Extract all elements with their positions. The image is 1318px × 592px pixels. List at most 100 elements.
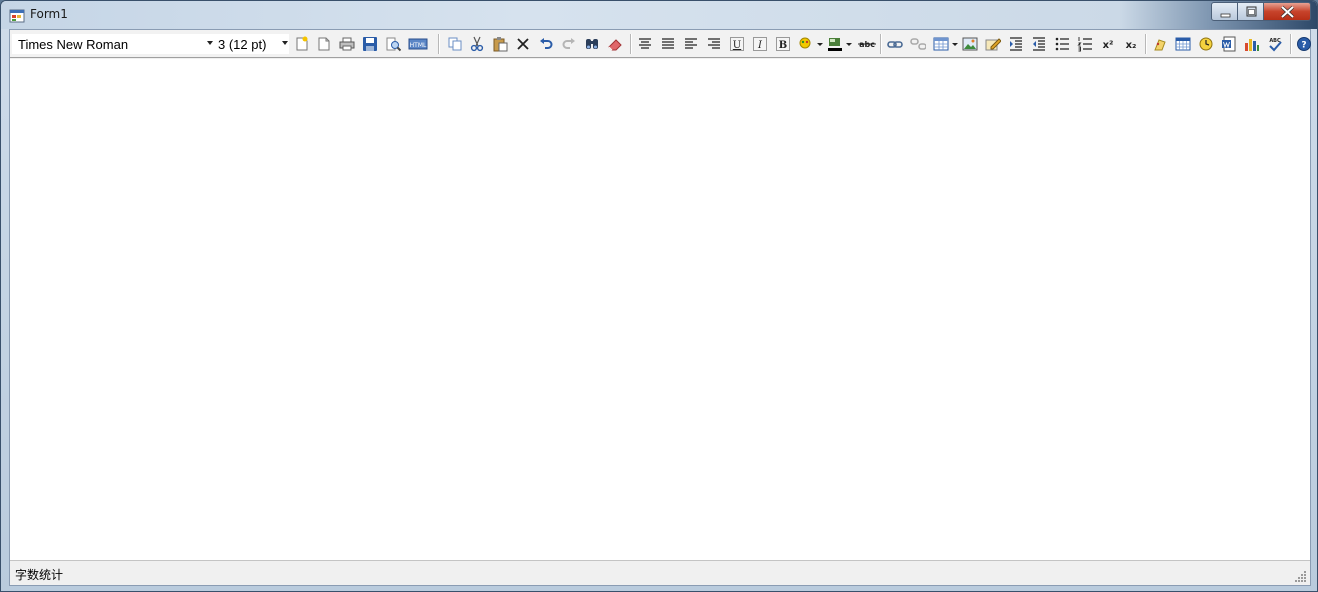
subscript-icon: x₂	[1126, 40, 1137, 51]
font-size-dropdown-icon[interactable]	[282, 41, 288, 45]
new-button[interactable]	[292, 34, 312, 54]
align-right-icon	[708, 38, 720, 49]
spellcheck-icon: ABC	[1269, 38, 1282, 52]
spellcheck-button[interactable]: ABC	[1265, 34, 1285, 54]
title-bar[interactable]: Form1	[1, 1, 1317, 29]
align-center-button[interactable]	[635, 34, 655, 54]
unlink-button[interactable]	[908, 34, 928, 54]
save-icon	[363, 37, 377, 51]
delete-icon	[517, 38, 529, 50]
numbered-list-icon	[1077, 37, 1092, 52]
bold-button[interactable]: B	[773, 34, 793, 54]
font-name-combo[interactable]: Times New Roman	[12, 34, 214, 54]
restore-icon	[1246, 6, 1257, 17]
toolbar-separator	[630, 34, 632, 54]
svg-text:x₂: x₂	[1126, 40, 1137, 51]
strikethrough-button[interactable]: abc	[855, 34, 877, 54]
underline-icon: U	[730, 37, 744, 51]
preview-icon	[386, 37, 401, 52]
toolbar-separator	[438, 34, 440, 54]
resize-grip-icon[interactable]	[1295, 570, 1307, 582]
align-left-button[interactable]	[681, 34, 701, 54]
subscript-button[interactable]: x₂	[1121, 34, 1141, 54]
find-button[interactable]	[582, 34, 602, 54]
calendar-icon	[1175, 37, 1191, 51]
app-window: Form1 Times New Roman 3 (12 pt) HTML U I…	[0, 0, 1318, 592]
justify-button[interactable]	[658, 34, 678, 54]
svg-text:B: B	[779, 40, 787, 51]
chart-button[interactable]	[1242, 34, 1262, 54]
calendar-button[interactable]	[1173, 34, 1193, 54]
close-button[interactable]	[1264, 2, 1311, 21]
help-button[interactable]: ?	[1294, 34, 1314, 54]
eraser-icon	[608, 39, 622, 51]
special-char-icon	[1154, 39, 1166, 51]
bullet-list-icon	[1055, 37, 1069, 51]
app-icon	[9, 9, 25, 23]
strikethrough-icon: abc	[858, 40, 876, 49]
justify-icon	[662, 38, 674, 49]
svg-text:HTML: HTML	[410, 42, 427, 49]
undo-button[interactable]	[536, 34, 556, 54]
highlight-icon	[799, 37, 823, 49]
status-bar: 字数统计	[10, 561, 1310, 585]
html-view-button[interactable]: HTML	[406, 34, 430, 54]
word-icon	[1222, 36, 1236, 52]
indent-icon	[1010, 37, 1022, 51]
eraser-button[interactable]	[605, 34, 625, 54]
font-size-value: 3 (12 pt)	[218, 37, 267, 52]
redo-button[interactable]	[559, 34, 579, 54]
delete-button[interactable]	[513, 34, 533, 54]
highlight-button[interactable]	[796, 34, 824, 54]
numbered-list-button[interactable]	[1075, 34, 1095, 54]
superscript-icon: x²	[1103, 40, 1114, 51]
copy-button[interactable]	[445, 34, 465, 54]
status-word-count: 字数统计	[15, 568, 64, 582]
word-button[interactable]	[1219, 34, 1239, 54]
italic-button[interactable]: I	[750, 34, 770, 54]
table-button[interactable]	[931, 34, 959, 54]
window-title: Form1	[30, 7, 68, 21]
image-icon	[962, 37, 978, 51]
open-button[interactable]	[314, 34, 334, 54]
edit-button[interactable]	[983, 34, 1003, 54]
link-button[interactable]	[885, 34, 905, 54]
svg-text:x²: x²	[1103, 40, 1114, 51]
html-icon: HTML	[408, 38, 428, 50]
font-name-value: Times New Roman	[18, 37, 129, 52]
indent-button[interactable]	[1006, 34, 1026, 54]
close-icon	[1280, 5, 1295, 19]
underline-button[interactable]: U	[727, 34, 747, 54]
maximize-button[interactable]	[1238, 2, 1264, 21]
bullet-list-button[interactable]	[1052, 34, 1072, 54]
align-right-button[interactable]	[704, 34, 724, 54]
editor-area[interactable]	[10, 59, 1310, 561]
find-icon	[586, 39, 598, 49]
save-button[interactable]	[360, 34, 380, 54]
outdent-button[interactable]	[1029, 34, 1049, 54]
minimize-button[interactable]	[1211, 2, 1238, 21]
clock-button[interactable]	[1196, 34, 1216, 54]
print-button[interactable]	[337, 34, 357, 54]
link-icon	[887, 41, 903, 48]
toolbar-separator	[1290, 34, 1292, 54]
redo-icon	[562, 38, 575, 49]
image-button[interactable]	[960, 34, 980, 54]
table-icon	[933, 37, 958, 51]
special-char-button[interactable]	[1150, 34, 1170, 54]
svg-text:U: U	[733, 40, 741, 51]
help-icon: ?	[1297, 37, 1311, 51]
print-icon	[339, 37, 355, 51]
edit-icon	[985, 38, 1001, 51]
font-name-dropdown-icon[interactable]	[207, 41, 213, 45]
paste-button[interactable]	[490, 34, 510, 54]
svg-text:?: ?	[1301, 41, 1306, 51]
italic-icon: I	[753, 37, 767, 51]
font-color-button[interactable]	[825, 34, 853, 54]
font-size-combo[interactable]: 3 (12 pt)	[214, 34, 289, 54]
cut-button[interactable]	[467, 34, 487, 54]
superscript-button[interactable]: x²	[1098, 34, 1118, 54]
preview-button[interactable]	[383, 34, 403, 54]
editor-toolbar: Times New Roman 3 (12 pt) HTML U I B abc…	[10, 30, 1311, 58]
align-left-icon	[685, 38, 697, 49]
